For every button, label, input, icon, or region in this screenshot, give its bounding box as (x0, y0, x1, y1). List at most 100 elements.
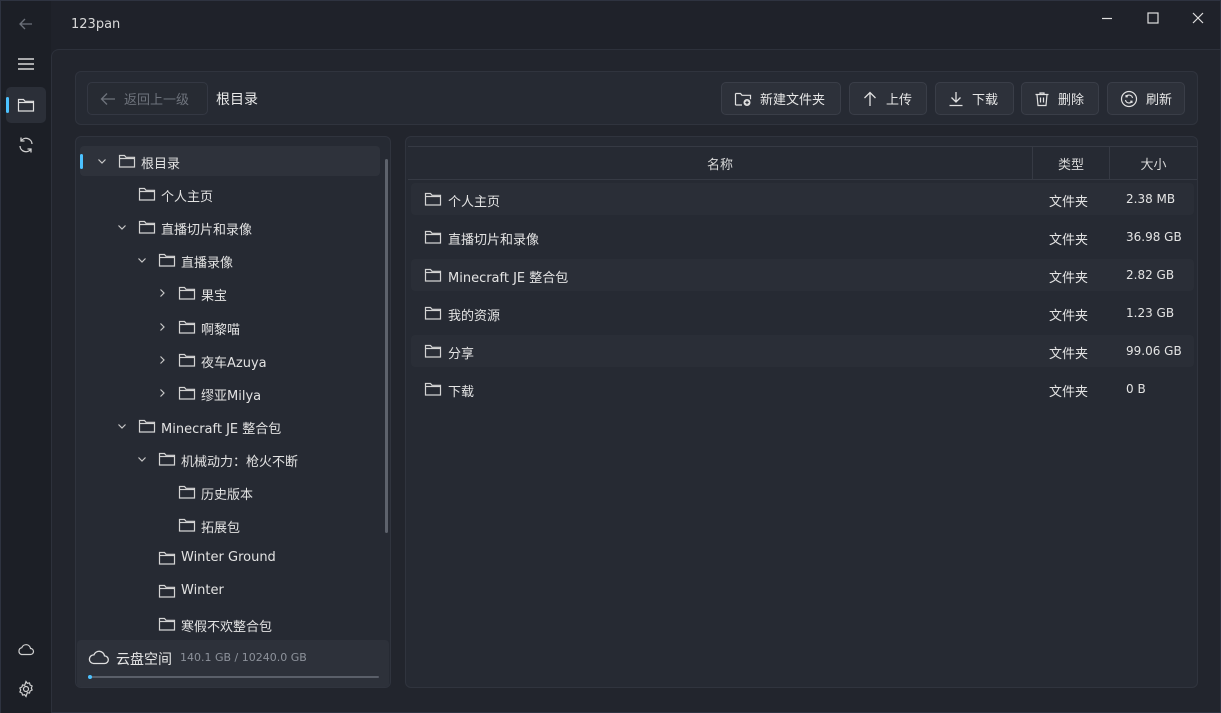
file-name: 我的资源 (448, 309, 501, 324)
folder-icon (178, 285, 196, 301)
folder-icon (138, 219, 156, 235)
tree-item-label: 夜车Azuya (201, 355, 267, 371)
folder-icon (424, 229, 442, 245)
folder-icon (138, 418, 156, 434)
nav-files-button[interactable] (6, 87, 46, 123)
column-header-size[interactable]: 大小 (1110, 147, 1197, 180)
file-row[interactable]: 直播切片和录像 文件夹 36.98 GB (411, 221, 1194, 253)
refresh-label: 刷新 (1146, 93, 1173, 108)
file-type: 文件夹 (1049, 195, 1089, 210)
chevron-right-icon[interactable] (156, 354, 168, 366)
maximize-button[interactable] (1130, 1, 1176, 35)
folder-icon (158, 583, 176, 599)
tree-item[interactable]: Winter Ground (80, 543, 380, 573)
gear-icon (19, 680, 33, 698)
file-row[interactable]: 个人主页 文件夹 2.38 MB (411, 183, 1194, 215)
storage-label: 云盘空间 (116, 652, 172, 668)
download-button[interactable]: 下载 (935, 82, 1014, 115)
menu-button[interactable] (6, 46, 46, 82)
file-type: 文件夹 (1049, 385, 1089, 400)
chevron-right-icon[interactable] (156, 387, 168, 399)
folder-icon (178, 517, 196, 533)
trash-icon (1035, 91, 1049, 106)
file-name: 直播切片和录像 (448, 233, 540, 248)
file-name: Minecraft JE 整合包 (448, 271, 569, 286)
minimize-button[interactable] (1084, 1, 1130, 35)
chevron-right-icon[interactable] (156, 321, 168, 333)
back-arrow-button[interactable] (6, 6, 46, 42)
tree-item[interactable]: 夜车Azuya (80, 345, 380, 375)
file-name: 个人主页 (448, 195, 501, 210)
folder-icon (178, 385, 196, 401)
file-row[interactable]: 分享 文件夹 99.06 GB (411, 335, 1194, 367)
tree-scrollbar[interactable] (385, 159, 388, 533)
tree-item-label: 啊黎喵 (201, 322, 241, 338)
refresh-icon (1120, 90, 1138, 107)
tree-item[interactable]: 拓展包 (80, 510, 380, 540)
tree-item[interactable]: 历史版本 (80, 477, 380, 507)
tree-item[interactable]: 机械动力：枪火不断 (80, 444, 380, 474)
file-row[interactable]: Minecraft JE 整合包 文件夹 2.82 GB (411, 259, 1194, 291)
folder-icon (178, 319, 196, 335)
tree-item[interactable]: 直播录像 (80, 245, 380, 275)
tree-item[interactable]: 缪亚Milya (80, 378, 380, 408)
chevron-down-icon[interactable] (116, 420, 128, 432)
refresh-button[interactable]: 刷新 (1107, 82, 1185, 115)
app-window: 123pan 返回上一级 根目录 新建文件夹 上传 下载 删除 刷新 根目录 个… (0, 0, 1221, 713)
tree-item[interactable]: 根目录 (80, 146, 380, 176)
tree-item[interactable]: Minecraft JE 整合包 (80, 411, 380, 441)
folder-icon (424, 267, 442, 283)
folder-icon (118, 153, 136, 169)
folder-icon (178, 484, 196, 500)
title-bar: 123pan (51, 1, 1220, 49)
close-icon (1192, 12, 1204, 24)
tree-item[interactable]: Winter (80, 576, 380, 606)
tree-item[interactable]: 果宝 (80, 278, 380, 308)
storage-value: 140.1 GB / 10240.0 GB (180, 651, 307, 664)
storage-usage: 云盘空间 140.1 GB / 10240.0 GB (77, 640, 389, 687)
chevron-down-icon[interactable] (136, 254, 148, 266)
file-size: 2.82 GB (1126, 268, 1175, 282)
file-row[interactable]: 下载 文件夹 0 B (411, 373, 1194, 405)
chevron-down-icon[interactable] (116, 221, 128, 233)
chevron-down-icon[interactable] (96, 155, 108, 167)
nav-cloud-button[interactable] (6, 631, 46, 667)
folder-icon (158, 252, 176, 268)
maximize-icon (1147, 12, 1159, 24)
new-folder-button[interactable]: 新建文件夹 (721, 82, 841, 115)
folder-icon (424, 343, 442, 359)
upload-button[interactable]: 上传 (849, 82, 927, 115)
back-button[interactable]: 返回上一级 (87, 82, 208, 115)
folder-icon (424, 305, 442, 321)
folder-add-icon (734, 92, 752, 106)
download-label: 下载 (972, 93, 999, 108)
column-header-name[interactable]: 名称 (408, 147, 1032, 180)
folder-tree-panel: 根目录 个人主页 直播切片和录像直播录像果宝啊黎喵夜车Azuya 缪亚Milya Min… (75, 136, 391, 688)
tree-item-label: 直播录像 (181, 256, 234, 272)
list-header: 名称 类型 大小 (408, 146, 1197, 180)
tree-item[interactable]: 个人主页 (80, 179, 380, 209)
hamburger-icon (18, 58, 34, 70)
tree-item-label: 缪亚Milya (201, 388, 262, 404)
folder-icon (138, 186, 156, 202)
nav-settings-button[interactable] (6, 671, 46, 707)
file-row[interactable]: 我的资源 文件夹 1.23 GB (411, 297, 1194, 329)
nav-sync-button[interactable] (6, 127, 46, 163)
tree-item-label: Winter (181, 583, 224, 599)
file-size: 0 B (1126, 382, 1146, 396)
folder-icon (424, 191, 442, 207)
folder-icon (158, 451, 176, 467)
file-type: 文件夹 (1049, 271, 1089, 286)
minimize-icon (1102, 17, 1112, 20)
tree-item[interactable]: 直播切片和录像 (80, 212, 380, 242)
tree-item[interactable]: 寒假不欢整合包 (80, 609, 380, 639)
delete-button[interactable]: 删除 (1021, 82, 1099, 115)
new-folder-label: 新建文件夹 (760, 93, 826, 108)
chevron-down-icon[interactable] (136, 453, 148, 465)
arrow-up-icon (864, 91, 876, 106)
column-header-type[interactable]: 类型 (1033, 147, 1109, 180)
tree-item-label: Winter Ground (181, 550, 276, 566)
chevron-right-icon[interactable] (156, 287, 168, 299)
close-button[interactable] (1175, 1, 1221, 35)
tree-item[interactable]: 啊黎喵 (80, 312, 380, 342)
